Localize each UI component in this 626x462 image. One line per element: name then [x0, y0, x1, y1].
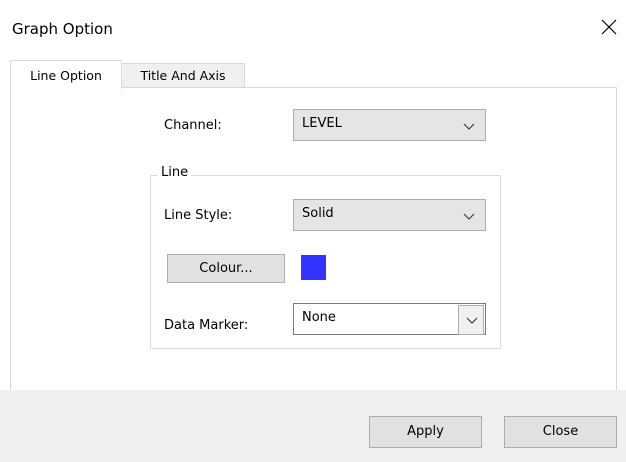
colour-button-label: Colour... — [199, 261, 253, 276]
tab-line-option[interactable]: Line Option — [10, 60, 122, 89]
dropdown-button[interactable] — [458, 305, 484, 335]
line-style-value: Solid — [302, 206, 334, 221]
close-button-label: Close — [542, 424, 579, 439]
data-marker-label: Data Marker: — [164, 318, 249, 333]
line-group-label: Line — [158, 165, 192, 180]
chevron-down-icon — [463, 120, 475, 135]
tab-label: Line Option — [30, 68, 102, 83]
close-button[interactable]: Close — [504, 416, 617, 448]
apply-button-label: Apply — [407, 424, 444, 439]
line-style-select[interactable]: Solid — [293, 199, 486, 231]
chevron-down-icon — [466, 317, 478, 324]
window-title: Graph Option — [12, 20, 113, 38]
tab-title-and-axis[interactable]: Title And Axis — [121, 63, 245, 88]
close-icon[interactable] — [598, 16, 620, 38]
chevron-down-icon — [463, 210, 475, 225]
data-marker-select[interactable]: None — [293, 303, 486, 335]
colour-swatch — [301, 255, 326, 280]
channel-value: LEVEL — [302, 116, 342, 131]
apply-button[interactable]: Apply — [369, 416, 482, 448]
line-style-label: Line Style: — [164, 208, 233, 223]
channel-select[interactable]: LEVEL — [293, 109, 486, 141]
dialog-footer: Apply Close — [0, 390, 626, 462]
data-marker-value: None — [302, 310, 336, 325]
tab-label: Title And Axis — [140, 68, 226, 83]
tab-strip: Title And Axis Line Option — [0, 56, 626, 89]
title-bar: Graph Option — [0, 0, 626, 56]
channel-label: Channel: — [164, 118, 222, 133]
colour-button[interactable]: Colour... — [167, 254, 285, 283]
